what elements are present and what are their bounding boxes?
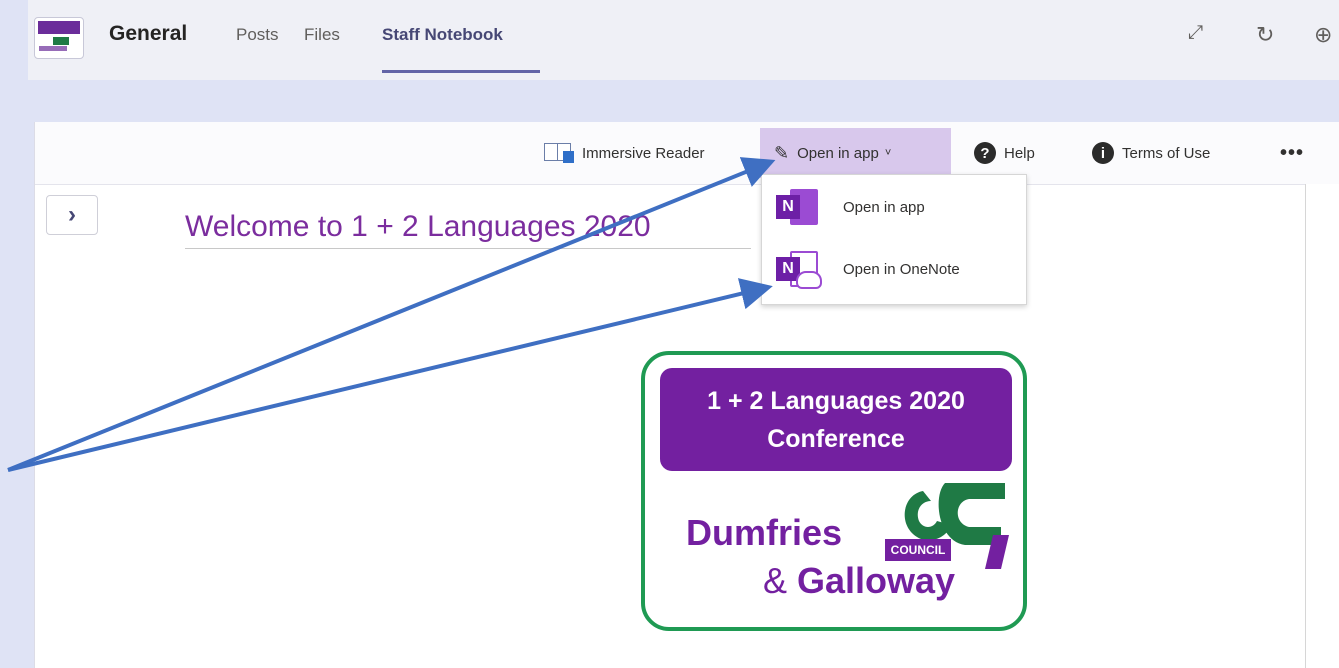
- council-label: COUNCIL: [885, 539, 951, 561]
- immersive-reader-button[interactable]: Immersive Reader: [544, 128, 705, 178]
- logo-banner: 1 + 2 Languages 2020 Conference: [660, 368, 1012, 471]
- tab-files[interactable]: Files: [304, 25, 340, 45]
- logo-org-dumfries: Dumfries: [686, 512, 843, 553]
- help-button[interactable]: ? Help: [974, 128, 1035, 178]
- active-tab-indicator: [382, 70, 540, 73]
- logo-org-galloway: & Galloway: [763, 560, 955, 602]
- open-in-app-label: Open in app: [797, 144, 879, 162]
- info-icon: i: [1092, 142, 1114, 164]
- tab-staff-notebook[interactable]: Staff Notebook: [382, 25, 503, 45]
- menu-item-open-in-onenote[interactable]: N Open in OneNote: [762, 239, 1026, 299]
- globe-icon[interactable]: ⊕: [1314, 22, 1332, 48]
- vertical-scrollbar[interactable]: [1305, 184, 1339, 668]
- help-icon: ?: [974, 142, 996, 164]
- open-in-app-button[interactable]: ✎ Open in app ˅: [760, 128, 951, 178]
- tab-posts[interactable]: Posts: [236, 25, 279, 45]
- teams-channel-header: [28, 0, 1339, 80]
- logo-line-1: 1 + 2 Languages 2020: [707, 386, 965, 415]
- terms-of-use-button[interactable]: i Terms of Use: [1092, 128, 1210, 178]
- pencil-icon: ✎: [774, 142, 790, 163]
- menu-item-label: Open in app: [843, 198, 925, 216]
- more-options-button[interactable]: •••: [1280, 128, 1304, 178]
- chevron-down-icon: ˅: [884, 147, 892, 159]
- channel-name: General: [109, 22, 188, 45]
- team-avatar[interactable]: [34, 17, 84, 59]
- logo-ampersand: &: [763, 560, 798, 601]
- refresh-icon[interactable]: ↻: [1256, 22, 1274, 48]
- menu-item-label: Open in OneNote: [843, 260, 960, 278]
- conference-logo: 1 + 2 Languages 2020 Conference COUNCIL …: [641, 351, 1027, 631]
- onenote-web-icon: N: [776, 251, 822, 289]
- screenshot-stage: General Posts Files Staff Notebook ⤢ ↻ ⊕…: [0, 0, 1339, 668]
- menu-item-open-in-app[interactable]: N Open in app: [762, 177, 1026, 237]
- notebook-toolbar: Immersive Reader ✎ Open in app ˅ ? Help …: [35, 122, 1339, 185]
- logo-galloway-text: Galloway: [797, 560, 956, 601]
- expand-icon[interactable]: ⤢: [1188, 22, 1203, 44]
- immersive-reader-label: Immersive Reader: [582, 144, 705, 162]
- logo-line-2: Conference: [767, 424, 905, 453]
- expand-navigation-button[interactable]: ›: [46, 195, 98, 235]
- notebook-panel: Immersive Reader ✎ Open in app ˅ ? Help …: [34, 122, 1339, 668]
- onenote-app-icon: N: [776, 189, 820, 225]
- page-title: Welcome to 1 + 2 Languages 2020: [185, 210, 751, 249]
- open-in-app-menu: N Open in app N Open in OneNote: [761, 174, 1027, 305]
- terms-of-use-label: Terms of Use: [1122, 144, 1211, 162]
- immersive-reader-icon: [544, 143, 574, 163]
- chevron-right-icon: ›: [68, 201, 76, 228]
- help-label: Help: [1004, 144, 1035, 162]
